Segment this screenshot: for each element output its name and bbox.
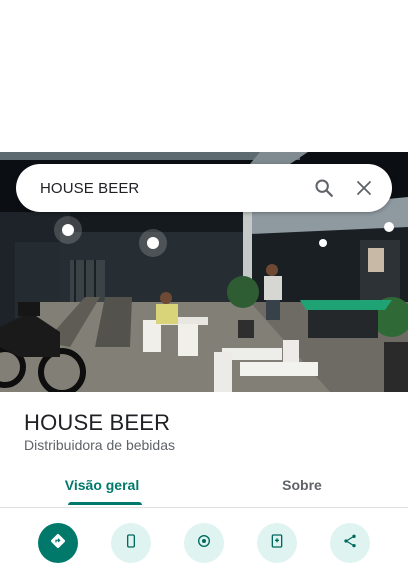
close-icon[interactable] <box>344 168 384 208</box>
directions-icon <box>51 534 65 548</box>
share-icon <box>344 534 356 548</box>
active-tab-indicator <box>68 502 142 505</box>
place-title: HOUSE BEER <box>24 410 171 435</box>
place-category: Distribuidora de bebidas <box>24 437 175 453</box>
search-icon[interactable] <box>304 168 344 208</box>
location-icon <box>198 535 210 547</box>
search-bar[interactable]: HOUSE BEER <box>16 164 392 212</box>
nearby-button[interactable] <box>184 523 224 563</box>
directions-button[interactable] <box>38 523 78 563</box>
tab-bar: Visão geral Sobre <box>0 468 408 508</box>
action-buttons-row <box>0 520 408 563</box>
search-query-text[interactable]: HOUSE BEER <box>40 180 304 197</box>
tab-about-label: Sobre <box>282 477 322 493</box>
call-button[interactable] <box>111 523 151 563</box>
save-button[interactable] <box>257 523 297 563</box>
share-button[interactable] <box>330 523 370 563</box>
save-icon <box>271 534 283 548</box>
tab-about[interactable]: Sobre <box>200 468 404 507</box>
map-area-blank <box>0 0 408 152</box>
tab-overview-label: Visão geral <box>64 477 140 493</box>
phone-icon <box>127 534 135 548</box>
